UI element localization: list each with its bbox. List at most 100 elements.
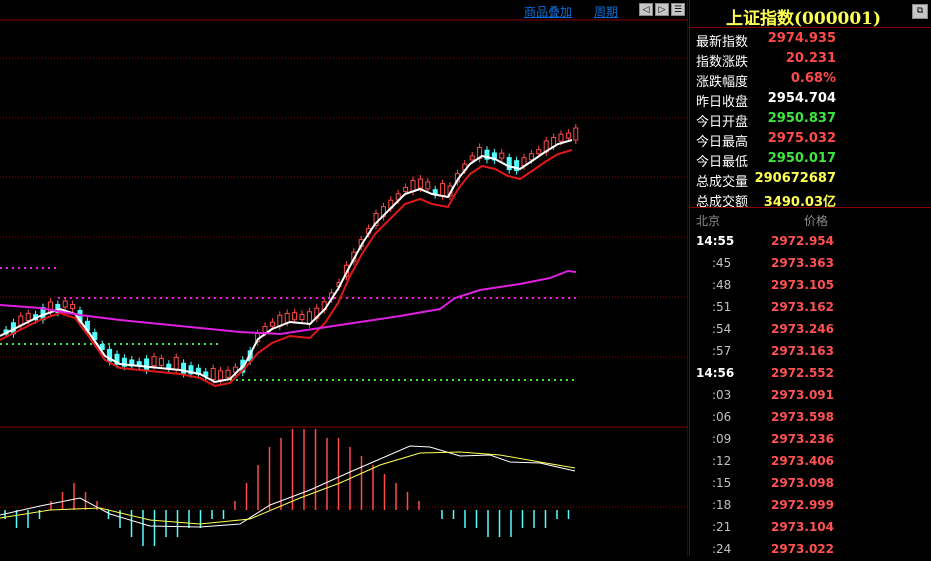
tick-time: 14:55 [696,234,735,248]
candle-up [440,183,446,197]
tick-time: :57 [712,344,732,358]
candle-up [528,153,534,161]
chart-toolbar: 商品叠加 周期 ◁ ▷ ☰ [0,0,688,20]
tick-price: 2973.163 [770,344,834,358]
candle-up [403,186,409,192]
stat-row: 指数涨跌 20.231 [690,49,931,70]
candle-up [218,370,224,381]
candle-up [25,312,31,321]
next-button[interactable]: ▷ [655,3,669,16]
candle-up [469,155,475,161]
tick-row[interactable]: :48 2973.105 [690,275,931,297]
stat-row: 今日最低 2950.017 [690,149,931,170]
tick-price: 2973.104 [770,520,834,534]
ma-mid-line [0,149,573,388]
stat-label: 指数涨跌 [696,55,749,70]
candle-up [299,314,305,320]
stat-row: 昨日收盘 2954.704 [690,89,931,110]
candle-up [284,312,290,323]
tick-price: 2972.954 [770,234,834,248]
tick-time: :12 [712,454,732,468]
candle-up [536,149,542,155]
stat-value: 0.68% [790,71,836,86]
tick-time: :03 [712,388,732,402]
tick-row[interactable]: :09 2973.236 [690,429,931,451]
stat-label: 总成交量 [696,175,749,190]
period-link[interactable]: 周期 [594,3,618,20]
tick-row[interactable]: :21 2973.104 [690,517,931,539]
tick-row[interactable]: :06 2973.598 [690,407,931,429]
tick-row[interactable]: :12 2973.406 [690,451,931,473]
stat-value: 20.231 [785,51,836,66]
candle-up [417,178,423,189]
quote-panel: 上证指数(000001) ⧉ 最新指数 2974.935 指数涨跌 20.231 涨跌幅… [689,0,931,556]
ma-short-line [0,139,573,384]
candle-up [210,367,216,380]
tick-price: 2972.552 [770,366,834,380]
tick-time: :09 [712,432,732,446]
stat-value: 2975.032 [767,131,836,146]
tick-row[interactable]: 14:55 2972.954 [690,231,931,253]
prev-button[interactable]: ◁ [639,3,653,16]
candle-up [499,152,505,159]
tick-time: :18 [712,498,732,512]
tick-row[interactable]: :15 2973.098 [690,473,931,495]
menu-button[interactable]: ☰ [671,3,685,16]
candle-up [425,181,431,190]
candle-up [292,312,298,321]
tick-price: 2973.091 [770,388,834,402]
stat-row: 总成交额 3490.03亿 [690,189,931,210]
candle-up [269,321,275,327]
tick-row[interactable]: :18 2972.999 [690,495,931,517]
tick-row[interactable]: :54 2973.246 [690,319,931,341]
tick-time: :15 [712,476,732,490]
tick-row[interactable]: :51 2973.162 [690,297,931,319]
tick-time: :06 [712,410,732,424]
candle-up [225,369,231,378]
tick-row[interactable]: :57 2973.163 [690,341,931,363]
tick-time: :21 [712,520,732,534]
stat-label: 今日最低 [696,155,749,170]
overlay-link[interactable]: 商品叠加 [524,3,572,20]
candle-up [558,133,564,142]
candle-up [565,132,571,139]
tick-time: :48 [712,278,732,292]
candle-up [18,315,24,326]
tick-time: :54 [712,322,732,336]
stat-row: 今日最高 2975.032 [690,129,931,150]
stat-value: 2974.935 [767,31,836,46]
candle-down [144,358,150,371]
tick-row[interactable]: :03 2973.091 [690,385,931,407]
candle-up [151,356,157,367]
tick-price: 2973.598 [770,410,834,424]
candle-up [158,357,164,366]
tick-row[interactable]: :24 2973.022 [690,539,931,561]
stat-label: 今日最高 [696,135,749,150]
candle-up [262,325,268,333]
panel-header: 上证指数(000001) ⧉ [690,0,931,29]
ticks-time-header: 北京 [696,214,721,228]
restore-icon[interactable]: ⧉ [912,4,928,19]
tick-row[interactable]: 14:56 2972.552 [690,363,931,385]
tick-price: 2972.999 [770,498,834,512]
kline-chart-svg[interactable] [0,0,688,556]
stat-row: 最新指数 2974.935 [690,29,931,50]
tick-price: 2973.022 [770,542,834,556]
tick-time: :24 [712,542,732,556]
candle-up [62,300,68,308]
tick-price: 2973.098 [770,476,834,490]
tick-row[interactable]: :45 2973.363 [690,253,931,275]
ticks-price-header: 价格 [804,214,829,228]
tick-time: :51 [712,300,732,314]
tick-price: 2973.406 [770,454,834,468]
stat-label: 最新指数 [696,35,749,50]
divider [690,207,931,208]
stat-label: 今日开盘 [696,115,749,130]
tick-time: 14:56 [696,366,735,380]
stat-value: 2950.837 [767,111,836,126]
divider [690,27,931,28]
stat-value: 2950.017 [767,151,836,166]
kline-chart-area[interactable]: 商品叠加 周期 ◁ ▷ ☰ [0,0,688,556]
candle-up [173,356,179,370]
tick-price: 2973.105 [770,278,834,292]
